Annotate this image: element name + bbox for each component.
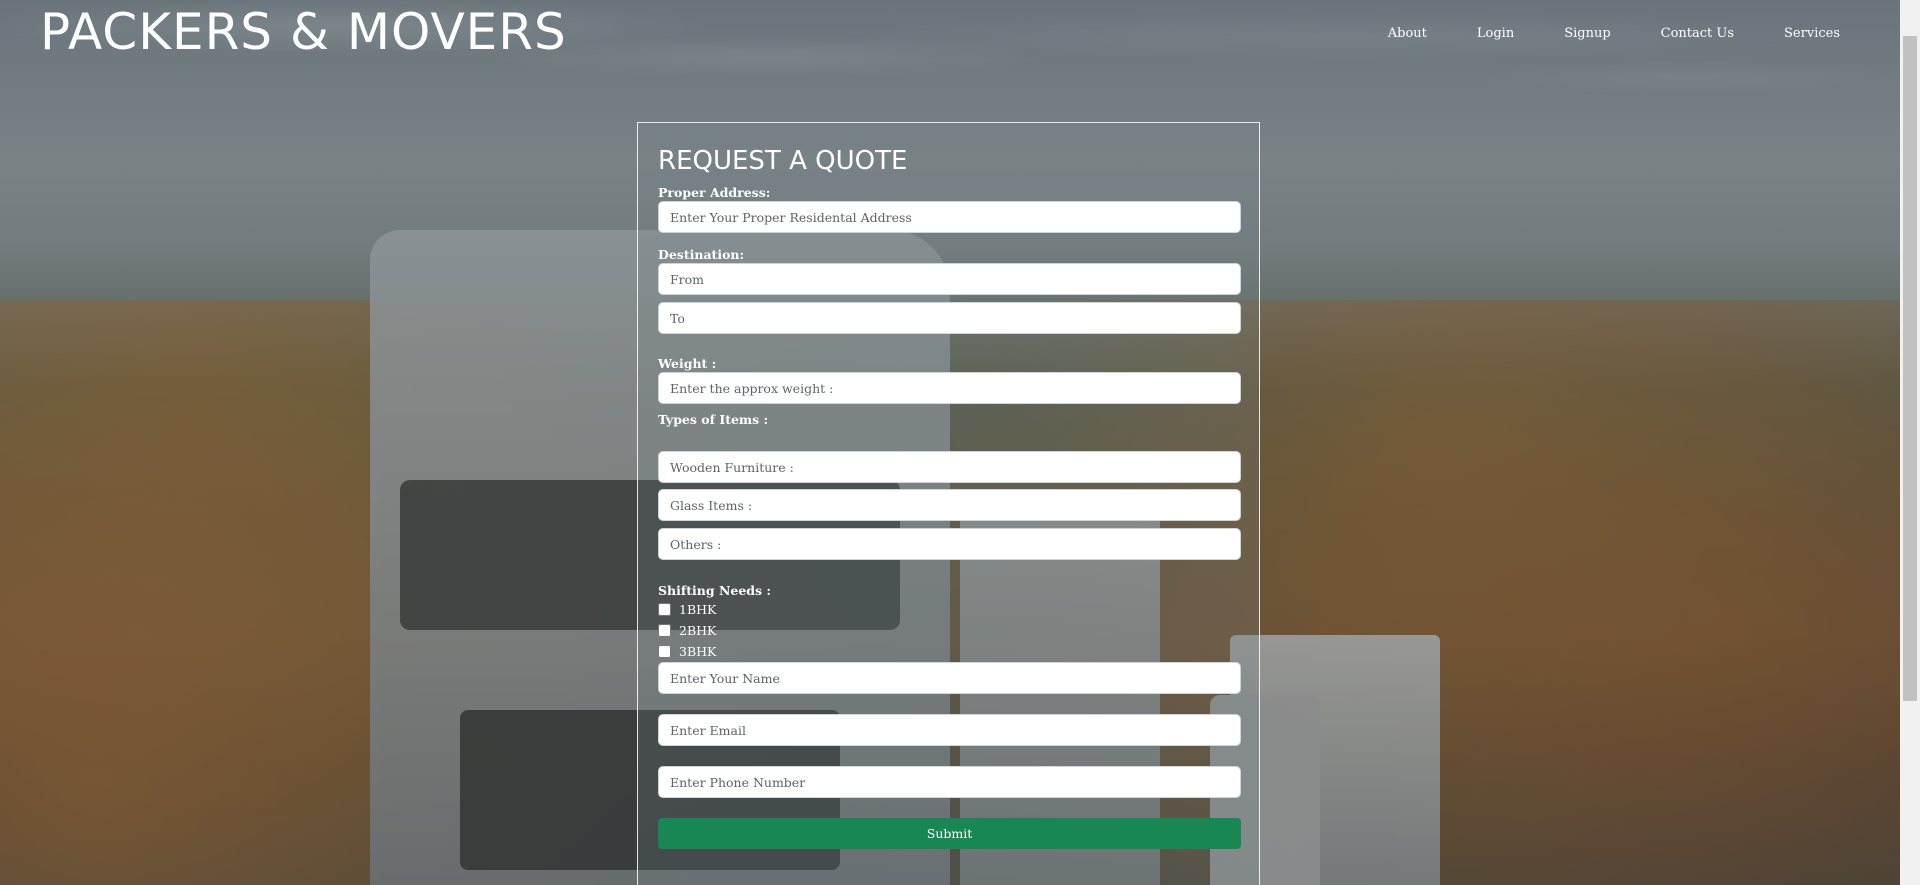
checkbox-3bhk-label: 3BHK — [679, 644, 717, 659]
other-items-input[interactable] — [658, 528, 1241, 560]
nav-signup[interactable]: Signup — [1564, 24, 1610, 43]
nav-services[interactable]: Services — [1784, 24, 1840, 43]
address-label: Proper Address: — [658, 185, 771, 200]
items-type-label: Types of Items : — [658, 412, 769, 427]
top-nav: About Login Signup Contact Us Services — [1388, 24, 1840, 43]
shifting-option-3bhk: 3BHK — [658, 641, 1241, 662]
name-input[interactable] — [658, 662, 1241, 694]
shifting-needs-label: Shifting Needs : — [658, 583, 772, 598]
checkbox-1bhk[interactable] — [658, 603, 671, 616]
weight-label: Weight : — [658, 356, 717, 371]
quote-form-panel: REQUEST A QUOTE Proper Address: Destinat… — [637, 122, 1260, 885]
nav-login[interactable]: Login — [1477, 24, 1514, 43]
wooden-furniture-input[interactable] — [658, 451, 1241, 483]
scrollbar-thumb[interactable] — [1903, 36, 1917, 701]
glass-items-input[interactable] — [658, 489, 1241, 521]
shifting-option-2bhk: 2BHK — [658, 620, 1241, 641]
checkbox-3bhk[interactable] — [658, 645, 671, 658]
destination-to-input[interactable] — [658, 302, 1241, 334]
nav-contact-us[interactable]: Contact Us — [1661, 24, 1734, 43]
quote-form: REQUEST A QUOTE Proper Address: Destinat… — [658, 123, 1241, 849]
destination-from-input[interactable] — [658, 263, 1241, 295]
email-input[interactable] — [658, 714, 1241, 746]
weight-input[interactable] — [658, 372, 1241, 404]
nav-about[interactable]: About — [1388, 24, 1427, 43]
address-input[interactable] — [658, 201, 1241, 233]
shifting-option-1bhk: 1BHK — [658, 599, 1241, 620]
destination-label: Destination: — [658, 247, 745, 262]
page-scrollbar[interactable] — [1900, 0, 1920, 885]
checkbox-2bhk[interactable] — [658, 624, 671, 637]
phone-input[interactable] — [658, 766, 1241, 798]
checkbox-2bhk-label: 2BHK — [679, 623, 717, 638]
checkbox-1bhk-label: 1BHK — [679, 602, 717, 617]
submit-button[interactable]: Submit — [658, 818, 1241, 849]
site-logo[interactable]: PACKERS & MOVERS — [40, 2, 567, 62]
form-title: REQUEST A QUOTE — [658, 146, 908, 176]
